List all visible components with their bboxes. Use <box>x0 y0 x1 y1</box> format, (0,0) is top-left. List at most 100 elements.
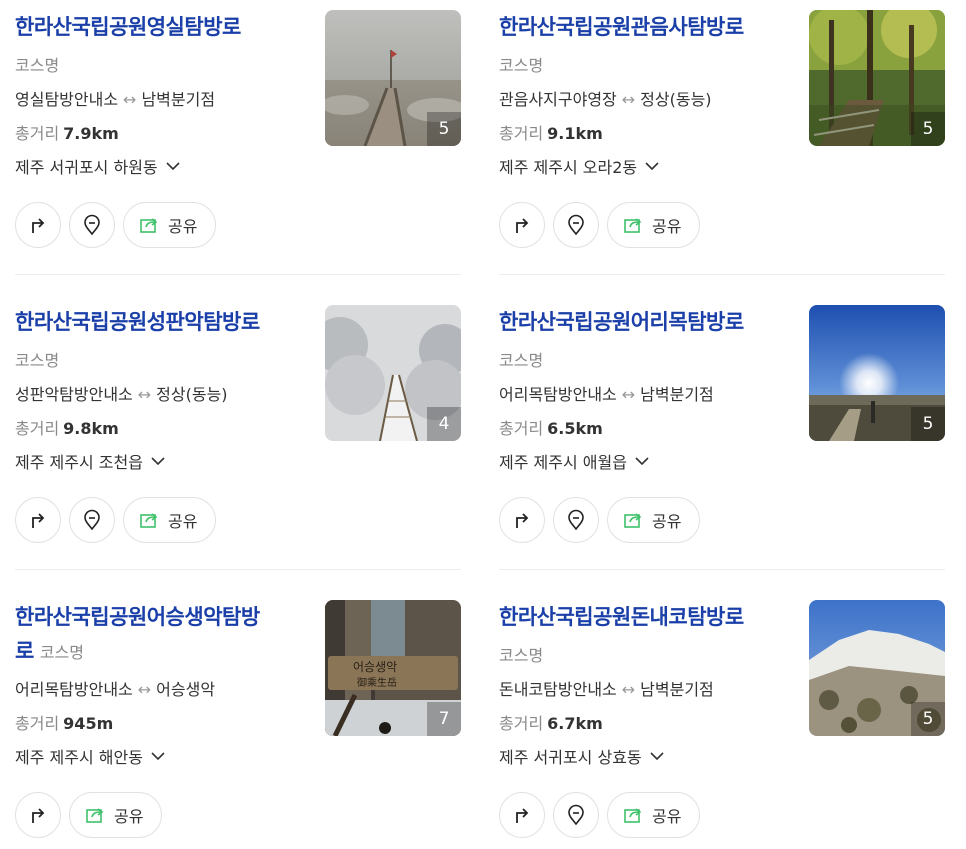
share-label: 공유 <box>652 217 682 236</box>
trail-route: 어리목탐방안내소 ↔ 남벽분기점 <box>499 381 714 405</box>
map-pin-icon <box>568 804 584 826</box>
trail-address[interactable]: 제주 서귀포시 하원동 <box>15 154 182 178</box>
address-text: 제주 제주시 오라2동 <box>499 158 638 177</box>
trail-address[interactable]: 제주 제주시 해안동 <box>15 744 167 768</box>
trail-card: 한라산국립공원돈내코탐방로 코스명 돈내코탐방안내소 ↔ 남벽분기점 총거리 6.7k… <box>499 600 945 849</box>
address-text: 제주 서귀포시 하원동 <box>15 158 158 177</box>
sign-text-hanja: 御乘生岳 <box>357 676 397 689</box>
location-button[interactable] <box>553 497 599 543</box>
directions-button[interactable] <box>15 202 61 248</box>
route-from: 관음사지구야영장 <box>499 90 617 109</box>
share-button[interactable]: 공유 <box>607 202 701 248</box>
trail-route: 어리목탐방안내소 ↔ 어승생악 <box>15 676 215 700</box>
map-pin-icon <box>84 509 100 531</box>
distance-label: 총거리 <box>499 419 544 438</box>
divider <box>499 569 945 570</box>
share-label: 공유 <box>168 512 198 531</box>
route-from: 영실탐방안내소 <box>15 90 119 109</box>
chevron-down-icon <box>151 752 165 761</box>
divider <box>499 274 945 275</box>
route-arrow: ↔ <box>621 385 636 404</box>
route-arrow: ↔ <box>137 385 152 404</box>
trail-category: 코스명 <box>15 351 60 370</box>
route-to: 남벽분기점 <box>640 680 714 699</box>
trail-title[interactable]: 한라산국립공원어리목탐방로 <box>499 305 789 339</box>
address-text: 제주 제주시 애월읍 <box>499 453 627 472</box>
trail-photo[interactable]: 4 <box>325 305 461 441</box>
trail-address[interactable]: 제주 서귀포시 상효동 <box>499 744 666 768</box>
trail-address[interactable]: 제주 제주시 조천읍 <box>15 449 167 473</box>
distance-value: 9.8km <box>63 419 119 438</box>
trail-title[interactable]: 한라산국립공원어승생악탐방 로 코스명 <box>15 600 305 670</box>
trail-photo[interactable]: 5 <box>809 305 945 441</box>
turn-arrow-icon <box>32 218 45 233</box>
share-icon <box>624 808 642 823</box>
action-bar: 공유 <box>15 792 163 838</box>
share-button[interactable]: 공유 <box>607 497 701 543</box>
share-label: 공유 <box>652 807 682 826</box>
share-button[interactable]: 공유 <box>69 792 163 838</box>
route-to: 남벽분기점 <box>640 385 714 404</box>
chevron-down-icon <box>151 457 165 466</box>
trail-distance: 총거리 9.8km <box>15 415 119 439</box>
location-button[interactable] <box>553 202 599 248</box>
distance-label: 총거리 <box>499 714 544 733</box>
share-icon <box>624 218 642 233</box>
chevron-down-icon <box>645 162 659 171</box>
trail-photo[interactable]: 5 <box>325 10 461 146</box>
trail-card: 한라산국립공원관음사탐방로 코스명 관음사지구야영장 ↔ 정상(동능) 총거리 9.1… <box>499 10 945 280</box>
distance-label: 총거리 <box>15 124 60 143</box>
share-label: 공유 <box>168 217 198 236</box>
route-arrow: ↔ <box>621 90 636 109</box>
photo-count: 5 <box>911 112 945 146</box>
address-text: 제주 제주시 해안동 <box>15 748 143 767</box>
trail-photo[interactable]: 5 <box>809 600 945 736</box>
trail-title[interactable]: 한라산국립공원성판악탐방로 <box>15 305 305 339</box>
turn-arrow-icon <box>516 513 529 528</box>
trail-title[interactable]: 한라산국립공원돈내코탐방로 <box>499 600 789 634</box>
action-bar: 공유 <box>499 792 701 838</box>
directions-button[interactable] <box>499 497 545 543</box>
location-button[interactable] <box>69 202 115 248</box>
trail-title[interactable]: 한라산국립공원관음사탐방로 <box>499 10 789 44</box>
location-button[interactable] <box>69 497 115 543</box>
route-from: 돈내코탐방안내소 <box>499 680 617 699</box>
location-button[interactable] <box>553 792 599 838</box>
share-button[interactable]: 공유 <box>123 202 217 248</box>
share-icon <box>140 218 158 233</box>
photo-count: 5 <box>427 112 461 146</box>
trail-address[interactable]: 제주 제주시 오라2동 <box>499 154 661 178</box>
action-bar: 공유 <box>499 497 701 543</box>
action-bar: 공유 <box>15 497 217 543</box>
share-icon <box>86 808 104 823</box>
trail-route: 돈내코탐방안내소 ↔ 남벽분기점 <box>499 676 714 700</box>
distance-label: 총거리 <box>499 124 544 143</box>
trail-photo[interactable]: 5 <box>809 10 945 146</box>
photo-count: 5 <box>911 702 945 736</box>
share-button[interactable]: 공유 <box>123 497 217 543</box>
trail-route: 관음사지구야영장 ↔ 정상(동능) <box>499 86 712 110</box>
trail-distance: 총거리 9.1km <box>499 120 603 144</box>
distance-value: 6.7km <box>547 714 603 733</box>
route-arrow: ↔ <box>621 680 636 699</box>
route-arrow: ↔ <box>137 680 152 699</box>
share-icon <box>140 513 158 528</box>
share-button[interactable]: 공유 <box>607 792 701 838</box>
route-arrow: ↔ <box>123 90 137 109</box>
turn-arrow-icon <box>32 808 45 823</box>
directions-button[interactable] <box>15 792 61 838</box>
directions-button[interactable] <box>15 497 61 543</box>
address-text: 제주 서귀포시 상효동 <box>499 748 642 767</box>
trail-card: 한라산국립공원어승생악탐방 로 코스명 어리목탐방안내소 ↔ 어승생악 총거리 945m… <box>15 600 461 849</box>
address-text: 제주 제주시 조천읍 <box>15 453 143 472</box>
trail-photo[interactable]: 어승생악 御乘生岳 7 <box>325 600 461 736</box>
turn-arrow-icon <box>516 808 529 823</box>
action-bar: 공유 <box>499 202 701 248</box>
trail-title[interactable]: 한라산국립공원영실탐방로 <box>15 10 305 44</box>
directions-button[interactable] <box>499 202 545 248</box>
photo-count: 7 <box>427 702 461 736</box>
trail-distance: 총거리 6.5km <box>499 415 603 439</box>
directions-button[interactable] <box>499 792 545 838</box>
trail-address[interactable]: 제주 제주시 애월읍 <box>499 449 651 473</box>
route-to: 남벽분기점 <box>141 90 216 109</box>
